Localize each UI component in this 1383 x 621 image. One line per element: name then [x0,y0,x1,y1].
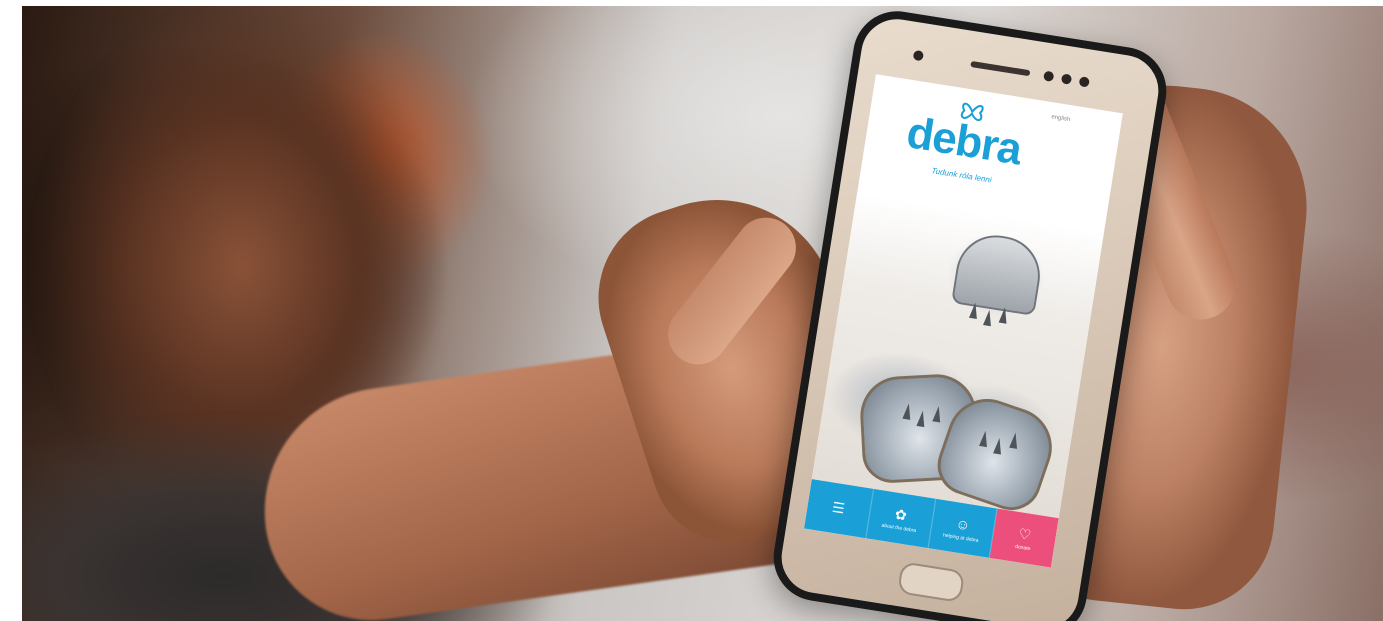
spike [982,309,994,327]
sensor-dot-icon [1060,73,1073,85]
helmet [951,229,1046,316]
spike [968,301,980,320]
app-screen: debra Tudunk róla lenni english ☰ ✿ abou… [803,74,1123,568]
tab-donate[interactable]: ♡ donate [989,508,1059,568]
app-logo[interactable]: debra [903,108,1024,175]
front-camera-icon [912,49,925,62]
person-icon: ☺ [954,514,972,533]
tab-about[interactable]: ✿ about the debra [865,488,936,549]
hero-image [810,192,1105,529]
language-switch[interactable]: english [1051,114,1071,123]
earpiece [970,60,1031,77]
tab-menu[interactable]: ☰ [803,479,874,539]
spike [998,306,1009,324]
sensor-dot-icon [1043,70,1055,82]
home-button[interactable] [897,561,966,603]
tab-label: donate [1014,543,1031,552]
menu-icon: ☰ [831,498,847,517]
photo-background: debra Tudunk róla lenni english ☰ ✿ abou… [22,6,1383,621]
heart-icon: ♡ [1017,524,1033,543]
sensor-dot-icon [1078,76,1091,88]
tab-helping[interactable]: ☺ helping at debra [927,498,998,558]
tab-label: helping at debra [942,531,980,544]
butterfly-icon: ✿ [893,505,909,523]
tab-label: about the debra [881,522,917,534]
